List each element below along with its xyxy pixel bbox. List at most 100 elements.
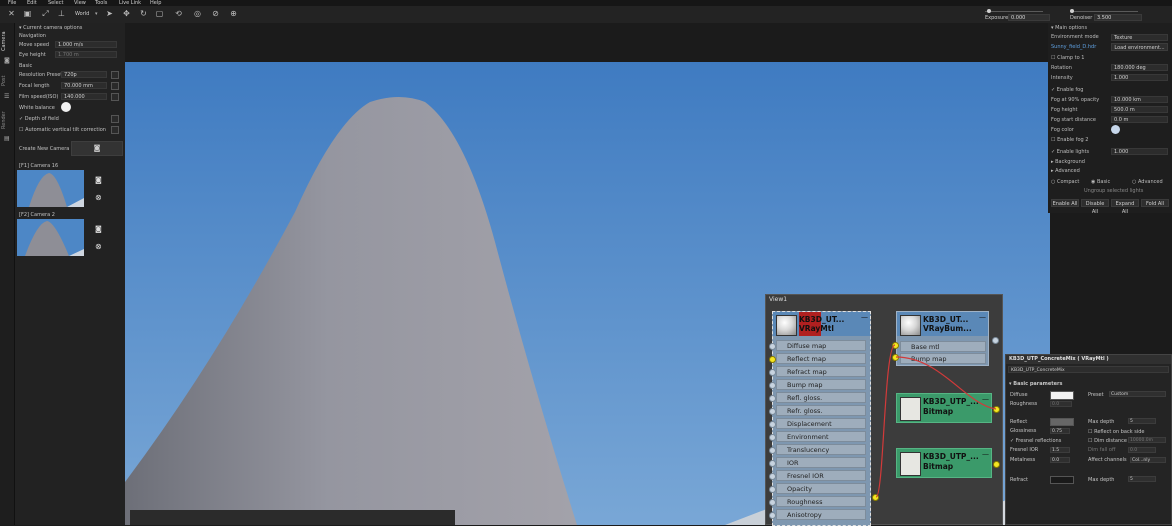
dim-falloff-label: Dim fall off <box>1088 447 1116 453</box>
white-balance-swatch[interactable] <box>61 102 71 112</box>
dof-row[interactable]: ✓ Depth of field <box>19 116 59 122</box>
basic-params-rollout[interactable]: ▾ Basic parameters <box>1009 381 1062 387</box>
picker-icon[interactable]: ◎ <box>193 9 202 18</box>
env-mode-label: Environment mode <box>1051 34 1099 40</box>
select-icon[interactable]: ▣ <box>23 9 32 18</box>
advanced-expander[interactable]: ▸ Advanced <box>1051 168 1080 174</box>
vertical-tilt-row[interactable]: ☐ Automatic vertical tilt correction <box>19 127 106 133</box>
section-main-options[interactable]: ▾ Main options <box>1051 25 1087 31</box>
fresnel-row[interactable]: ✓ Fresnel reflections <box>1010 438 1061 444</box>
refract-color-swatch[interactable] <box>1050 476 1074 484</box>
fresnel-label: Fresnel reflections <box>1015 438 1062 444</box>
rotate-icon[interactable]: ↻ <box>139 9 148 18</box>
wire-hidden <box>766 307 886 359</box>
enable-lights-row[interactable]: ✓ Enable lights <box>1051 149 1089 155</box>
reflect-color-swatch[interactable] <box>1050 418 1074 426</box>
dim-distance-field[interactable]: 10000.0m <box>1128 437 1166 443</box>
dim-falloff-field[interactable]: 0.0 <box>1128 447 1156 453</box>
dof-label: Depth of field <box>24 116 59 122</box>
hdr-file-link[interactable]: Sunny_field_D.hdr <box>1051 44 1096 50</box>
crosshair-icon[interactable]: ⊕ <box>229 9 238 18</box>
fold-all-button[interactable]: Fold All <box>1141 199 1169 207</box>
enable-all-button[interactable]: Enable All <box>1051 199 1079 207</box>
pointer-icon[interactable]: ➤ <box>105 9 114 18</box>
eye-height-field[interactable]: 1.700 m <box>55 51 117 58</box>
measure-icon[interactable]: ⊘ <box>211 9 220 18</box>
env-mode-dropdown[interactable]: Texture <box>1111 34 1168 41</box>
snap-icon[interactable]: ⟲ <box>174 9 183 18</box>
camera-1-thumbnail[interactable] <box>17 170 84 207</box>
film-grid-icon[interactable] <box>111 93 119 101</box>
fog-opacity-field[interactable]: 10.000 km <box>1111 96 1168 103</box>
tab-post[interactable]: Post <box>1 71 13 91</box>
material-name-field[interactable]: KB3D_UTP_ConcreteMix <box>1008 366 1169 373</box>
coordinate-space-dropdown[interactable]: World <box>75 11 89 17</box>
create-camera-label: Create New Camera <box>19 146 70 152</box>
camera-2-set-icon[interactable]: ◙ <box>95 225 102 233</box>
glossiness-field[interactable]: 0.75 <box>1050 428 1070 434</box>
pin-icon[interactable]: ⊥ <box>57 9 66 18</box>
preset-dropdown[interactable]: Custom <box>1109 391 1166 397</box>
resolution-grid-icon[interactable] <box>111 71 119 79</box>
fog-start-field[interactable]: 0.0 m <box>1111 116 1168 123</box>
intensity-field[interactable]: 1.000 <box>1111 74 1168 81</box>
metalness-field[interactable]: 0.0 <box>1050 457 1070 463</box>
basic-radio[interactable]: ◉ Basic <box>1091 179 1110 185</box>
exposure-field[interactable]: 0.000 <box>1008 14 1050 21</box>
clamp-row[interactable]: ☐ Clamp to 1 <box>1051 55 1084 61</box>
dim-distance-row[interactable]: ☐ Dim distance <box>1088 438 1127 444</box>
load-environment-button[interactable]: Load environment... <box>1111 43 1168 51</box>
exposure-slider-knob[interactable] <box>987 9 991 13</box>
dof-grid-icon[interactable] <box>111 115 119 123</box>
tab-camera[interactable]: Camera <box>1 27 13 55</box>
film-speed-field[interactable]: 140.000 <box>61 93 107 100</box>
roughness-field[interactable]: 0.0 <box>1050 401 1072 407</box>
fog-height-label: Fog height <box>1051 107 1078 113</box>
affect-channels-dropdown[interactable]: Col...nly <box>1130 457 1166 463</box>
tool-icon[interactable]: ✕ <box>7 9 16 18</box>
rotation-field[interactable]: 180.000 deg <box>1111 64 1168 71</box>
denoiser-slider-knob[interactable] <box>1070 9 1074 13</box>
exposure-slider[interactable] <box>985 11 1043 12</box>
fog-color-swatch[interactable] <box>1111 125 1120 134</box>
chevron-down-icon: ▾ <box>95 11 98 17</box>
background-expander[interactable]: ▸ Background <box>1051 159 1085 165</box>
ungroup-lights-button[interactable]: Ungroup selected lights <box>1084 188 1143 194</box>
disable-all-button[interactable]: Disable All <box>1081 199 1109 215</box>
expand-all-button[interactable]: Expand All <box>1111 199 1139 215</box>
focal-grid-icon[interactable] <box>111 82 119 90</box>
camera-1-delete-icon[interactable]: ⊗ <box>95 193 102 202</box>
tab-render[interactable]: Render <box>1 107 13 133</box>
section-current-camera[interactable]: ▾ Current camera options <box>19 25 82 31</box>
max-depth-field[interactable]: 5 <box>1128 418 1156 424</box>
tilt-grid-icon[interactable] <box>111 126 119 134</box>
scale-icon[interactable]: ▢ <box>155 9 164 18</box>
camera-2-thumbnail[interactable] <box>17 219 84 256</box>
compact-radio[interactable]: ○ Compact <box>1051 179 1079 185</box>
enable-fog-label: Enable fog <box>1056 87 1084 93</box>
reflect-back-row[interactable]: ☐ Reflect on back side <box>1088 429 1144 435</box>
camera-1-set-icon[interactable]: ◙ <box>95 176 102 184</box>
diffuse-color-swatch[interactable] <box>1050 391 1074 400</box>
fresnel-ior-label: Fresnel IOR <box>1010 447 1039 453</box>
move-icon[interactable]: ✥ <box>122 9 131 18</box>
slate-node-editor[interactable]: View1 KB3D_UT... VRayMtl — Diffuse map R… <box>765 294 1003 526</box>
denoiser-slider[interactable] <box>1070 11 1138 12</box>
fresnel-ior-field[interactable]: 1.5 <box>1050 447 1070 453</box>
enable-lights-label: Enable lights <box>1056 149 1090 155</box>
enable-fog2-row[interactable]: ☐ Enable fog 2 <box>1051 137 1088 143</box>
reflect-label: Reflect <box>1010 419 1028 425</box>
focal-length-field[interactable]: 70.000 mm <box>61 82 107 89</box>
fog-height-field[interactable]: 500.0 m <box>1111 106 1168 113</box>
create-camera-button[interactable]: ◙ <box>71 141 123 156</box>
denoiser-field[interactable]: 3.500 <box>1094 14 1142 21</box>
move-speed-field[interactable]: 1.000 m/s <box>55 41 117 48</box>
transform-icon[interactable]: ⤢ <box>41 9 50 18</box>
camera-2-delete-icon[interactable]: ⊗ <box>95 242 102 251</box>
resolution-dropdown[interactable]: 720p <box>61 71 107 78</box>
enable-fog-row[interactable]: ✓ Enable fog <box>1051 87 1083 93</box>
refract-max-depth-field[interactable]: 5 <box>1128 476 1156 482</box>
lights-intensity-field[interactable]: 1.000 <box>1111 148 1168 155</box>
node-wires <box>766 307 997 498</box>
advanced-radio[interactable]: ○ Advanced <box>1132 179 1163 185</box>
